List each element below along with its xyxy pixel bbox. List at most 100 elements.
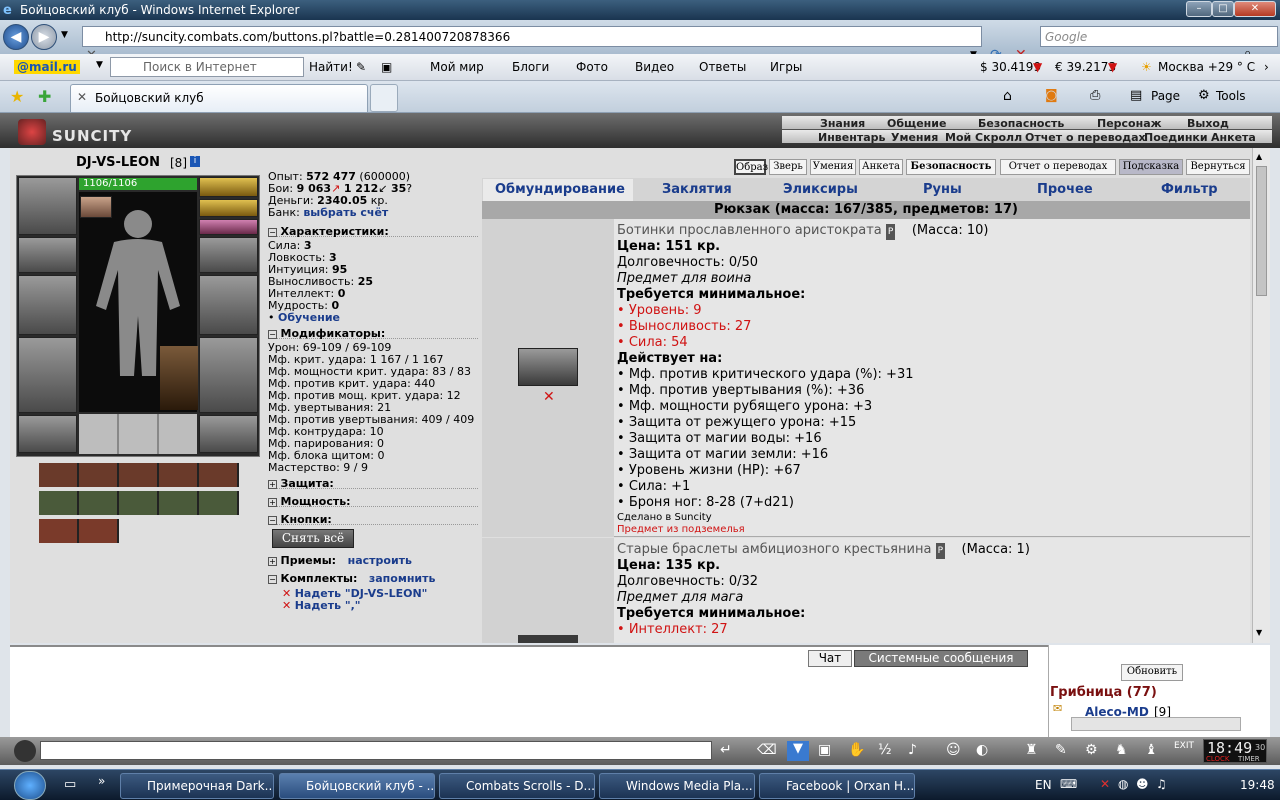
empty-small-slots[interactable] bbox=[79, 414, 197, 454]
slot-belt[interactable] bbox=[18, 415, 77, 453]
mail-find-button[interactable]: Найти! bbox=[309, 60, 353, 74]
sets-remember-link[interactable]: запомнить bbox=[369, 572, 436, 585]
menu-communication[interactable]: Общение bbox=[887, 117, 946, 130]
slot-gloves[interactable] bbox=[199, 237, 258, 273]
delete-icon[interactable]: ✕ bbox=[282, 599, 291, 612]
undress-all-button[interactable]: Снять всё bbox=[272, 529, 354, 548]
tools-gear-icon[interactable]: ⚙ bbox=[1198, 88, 1210, 103]
belt-items-row3[interactable] bbox=[39, 519, 119, 543]
expand-icon[interactable]: + bbox=[268, 480, 277, 489]
tab-equipment[interactable]: Обмундирование bbox=[495, 182, 625, 197]
tab-elixirs[interactable]: Эликсиры bbox=[783, 182, 858, 197]
belt-items-row2[interactable] bbox=[39, 491, 239, 515]
tab-combats[interactable]: ✕ Бойцовский клуб bbox=[70, 84, 368, 112]
half-icon[interactable]: ½ bbox=[878, 742, 892, 758]
quicklaunch-more-icon[interactable]: » bbox=[98, 774, 105, 788]
eraser-icon[interactable]: ⌫ bbox=[757, 742, 777, 758]
menu-exit[interactable]: Выход bbox=[1187, 117, 1229, 130]
exit-icon[interactable]: EXIT bbox=[1174, 741, 1194, 751]
new-tab-button[interactable] bbox=[370, 84, 398, 112]
link-photo[interactable]: Фото bbox=[576, 60, 608, 74]
tray-network-icon[interactable]: ◍ bbox=[1118, 777, 1128, 791]
pencil-icon[interactable]: ✎ bbox=[356, 60, 366, 74]
menu-my-scroll[interactable]: Мой Скролл bbox=[945, 131, 1022, 144]
bag-icon[interactable]: ♜ bbox=[1025, 742, 1038, 758]
tab-chat[interactable]: Чат bbox=[808, 650, 852, 667]
toolbar-more-icon[interactable]: › bbox=[1264, 60, 1269, 74]
task-item[interactable]: Windows Media Pla... bbox=[599, 773, 755, 799]
slot-amulet[interactable] bbox=[199, 199, 258, 217]
slot-bracers[interactable] bbox=[18, 237, 77, 273]
menu-transfer-report[interactable]: Отчет о переводах bbox=[1025, 131, 1146, 144]
menu-knowledge[interactable]: Знания bbox=[820, 117, 865, 130]
mail-search-input[interactable]: Поиск в Интернет bbox=[110, 57, 304, 77]
boots-item-icon[interactable] bbox=[518, 348, 578, 386]
mods-header[interactable]: − Модификаторы: bbox=[268, 327, 478, 340]
private-message-icon[interactable]: ✉ bbox=[1053, 702, 1062, 715]
page-icon[interactable]: ▤ bbox=[1130, 88, 1142, 103]
forward-button[interactable]: ▶ bbox=[31, 24, 57, 50]
save-icon[interactable]: ▣ bbox=[818, 742, 831, 758]
collapse-icon[interactable]: − bbox=[268, 330, 277, 339]
tab-other[interactable]: Прочее bbox=[1037, 182, 1093, 197]
add-favorite-icon[interactable]: ✚ bbox=[38, 87, 51, 106]
scroll-down-icon[interactable]: ▼ bbox=[1256, 628, 1262, 637]
helmet-icon[interactable]: ◐ bbox=[976, 742, 988, 758]
btn-image[interactable]: Образ bbox=[734, 159, 768, 175]
tab-filter[interactable]: Фильтр bbox=[1161, 182, 1218, 197]
home-icon[interactable]: ⌂ bbox=[1003, 88, 1012, 104]
tools-menu[interactable]: Tools bbox=[1216, 89, 1246, 103]
sound-icon[interactable]: ♪ bbox=[908, 742, 917, 758]
tray-chat-icon[interactable]: ☻ bbox=[1136, 777, 1149, 791]
slot-weapon-right[interactable] bbox=[199, 275, 258, 335]
bracelets-item-icon[interactable] bbox=[518, 635, 578, 643]
url-input[interactable]: http://suncity.combats.com/buttons.pl?ba… bbox=[82, 26, 982, 47]
maximize-button[interactable]: □ bbox=[1212, 1, 1234, 17]
link-blogs[interactable]: Блоги bbox=[512, 60, 549, 74]
task-item[interactable]: Примерочная Dark... bbox=[120, 773, 274, 799]
language-indicator[interactable]: EN bbox=[1035, 778, 1052, 792]
collapse-icon[interactable]: − bbox=[268, 575, 277, 584]
slot-helmet[interactable] bbox=[18, 177, 77, 235]
link-answers[interactable]: Ответы bbox=[699, 60, 746, 74]
link-my-world[interactable]: Мой мир bbox=[430, 60, 484, 74]
search-input[interactable]: Google bbox=[1040, 26, 1278, 47]
page-menu[interactable]: Page bbox=[1151, 89, 1180, 103]
slot-weapon-left[interactable] bbox=[18, 275, 77, 335]
tab-system-messages[interactable]: Системные сообщения bbox=[854, 650, 1028, 667]
menu-inventory[interactable]: Инвентарь bbox=[818, 131, 885, 144]
link-video[interactable]: Видео bbox=[635, 60, 674, 74]
slot-armor[interactable] bbox=[18, 337, 77, 413]
print-icon[interactable]: ⎙ bbox=[1090, 88, 1100, 103]
menu-fights[interactable]: Поединки bbox=[1144, 131, 1208, 144]
buttons-header[interactable]: − Кнопки: bbox=[268, 513, 478, 526]
power-header[interactable]: + Мощность: bbox=[268, 495, 478, 508]
collapse-icon[interactable]: − bbox=[268, 516, 277, 525]
minimize-button[interactable]: – bbox=[1186, 1, 1212, 17]
expand-icon[interactable]: + bbox=[268, 557, 277, 566]
pet-eagle-icon[interactable] bbox=[160, 346, 198, 410]
protection-header[interactable]: + Защита: bbox=[268, 477, 478, 490]
history-dropdown-icon[interactable]: ▼ bbox=[61, 30, 68, 40]
menu-security[interactable]: Безопасность bbox=[978, 117, 1064, 130]
mailru-logo[interactable]: @mail.ru bbox=[14, 60, 80, 74]
fight-icon[interactable]: ✋ bbox=[848, 742, 865, 758]
spy-icon[interactable]: ♞ bbox=[1115, 742, 1128, 758]
menu-skills[interactable]: Умения bbox=[891, 131, 938, 144]
slot-rings[interactable] bbox=[199, 219, 258, 235]
set-item[interactable]: ✕ Надеть "," bbox=[282, 600, 361, 612]
menu-profile[interactable]: Анкета bbox=[1211, 131, 1256, 144]
slot-earrings[interactable] bbox=[199, 177, 258, 197]
favorites-star-icon[interactable]: ★ bbox=[10, 87, 24, 106]
collapse-icon[interactable]: − bbox=[268, 228, 277, 237]
send-icon[interactable]: ↵ bbox=[720, 742, 732, 758]
scroll-thumb[interactable] bbox=[1256, 166, 1267, 296]
frame-icon[interactable]: ▣ bbox=[381, 60, 392, 74]
start-button[interactable] bbox=[14, 771, 46, 800]
btn-skills[interactable]: Умения bbox=[810, 159, 856, 175]
btn-pet[interactable]: Зверь bbox=[769, 159, 807, 175]
usd-rate[interactable]: $ 30.4199 bbox=[980, 60, 1041, 74]
smiley-menu-icon[interactable] bbox=[14, 740, 36, 762]
mailru-dropdown-icon[interactable]: ▼ bbox=[96, 60, 103, 70]
settings-icon[interactable]: ⚙ bbox=[1085, 742, 1098, 758]
